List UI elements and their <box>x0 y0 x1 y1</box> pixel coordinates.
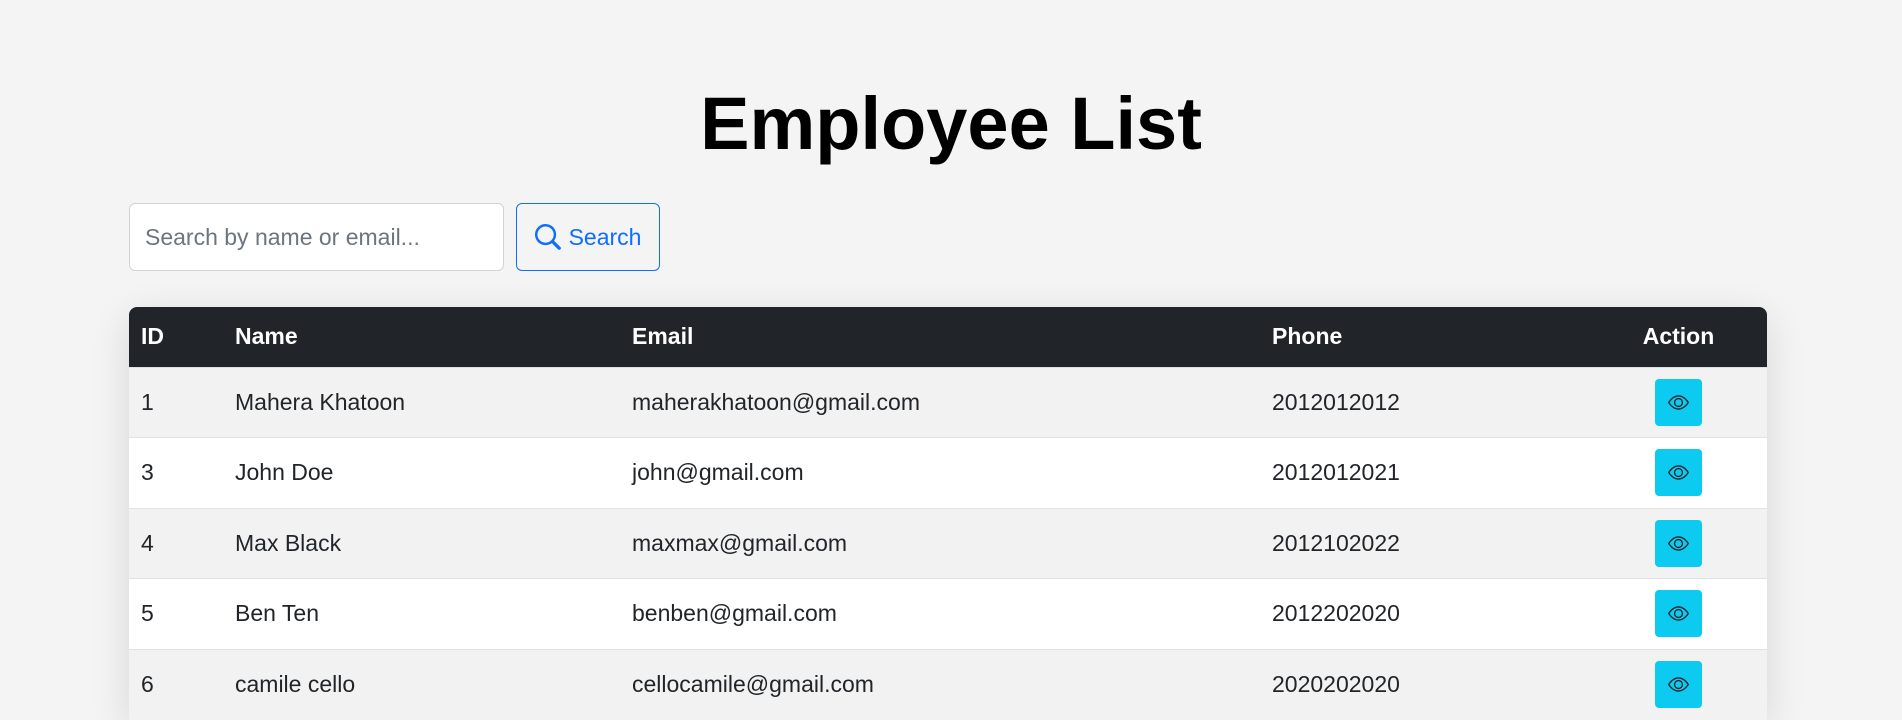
table-body: 1 Mahera Khatoon maherakhatoon@gmail.com… <box>129 367 1767 720</box>
page-title: Employee List <box>700 82 1202 165</box>
cell-action <box>1590 367 1767 438</box>
table-row: 6 camile cello cellocamile@gmail.com 202… <box>129 649 1767 720</box>
header-id: ID <box>141 323 164 350</box>
cell-email: maherakhatoon@gmail.com <box>632 388 920 415</box>
employee-table: ID Name Email Phone Action 1 Mahera Khat… <box>129 307 1767 720</box>
cell-name: Mahera Khatoon <box>235 388 406 415</box>
search-button[interactable]: Search <box>516 203 660 271</box>
view-button[interactable] <box>1655 661 1702 708</box>
table-header: ID Name Email Phone Action <box>129 307 1767 367</box>
search-bar: Search <box>129 203 660 271</box>
eye-icon <box>1668 533 1689 554</box>
cell-phone: 2020202020 <box>1272 671 1400 697</box>
cell-action <box>1590 508 1767 579</box>
header-phone: Phone <box>1272 323 1343 350</box>
cell-action <box>1590 649 1767 720</box>
cell-name: Max Black <box>235 529 342 556</box>
cell-name: Ben Ten <box>235 600 319 627</box>
view-button[interactable] <box>1655 449 1702 497</box>
table-row: 1 Mahera Khatoon maherakhatoon@gmail.com… <box>129 367 1767 438</box>
cell-id: 5 <box>141 600 154 627</box>
view-button[interactable] <box>1655 590 1702 638</box>
cell-name: camile cello <box>235 671 356 697</box>
header-name: Name <box>235 323 298 350</box>
search-input[interactable] <box>129 203 504 271</box>
cell-name: John Doe <box>235 459 334 486</box>
table-row: 3 John Doe john@gmail.com 2012012021 <box>129 437 1767 509</box>
cell-id: 3 <box>141 459 154 486</box>
eye-icon <box>1668 603 1689 624</box>
view-button[interactable] <box>1655 519 1702 567</box>
header-action: Action <box>1642 323 1715 350</box>
table-row: 5 Ben Ten benben@gmail.com 2012202020 <box>129 578 1767 650</box>
eye-icon <box>1668 392 1689 413</box>
cell-phone: 2012102022 <box>1272 529 1400 556</box>
cell-id: 6 <box>141 671 154 697</box>
cell-id: 4 <box>141 529 154 556</box>
search-icon <box>534 224 561 250</box>
cell-action <box>1590 438 1767 509</box>
cell-email: benben@gmail.com <box>632 600 837 627</box>
cell-phone: 2012012012 <box>1272 388 1400 415</box>
eye-icon <box>1668 674 1689 695</box>
table-header-row: ID Name Email Phone Action <box>129 307 1767 367</box>
cell-email: cellocamile@gmail.com <box>632 671 874 697</box>
employee-table-container: ID Name Email Phone Action 1 Mahera Khat… <box>129 307 1767 720</box>
view-button[interactable] <box>1655 378 1702 426</box>
cell-phone: 2012012021 <box>1272 459 1400 486</box>
cell-action <box>1590 579 1767 650</box>
employee-list-page: Employee List Search ID Name Email Phone… <box>0 0 1902 720</box>
eye-icon <box>1668 462 1689 483</box>
search-button-label: Search <box>568 223 642 250</box>
header-email: Email <box>632 323 694 350</box>
cell-email: john@gmail.com <box>632 459 804 486</box>
cell-email: maxmax@gmail.com <box>632 529 848 556</box>
cell-phone: 2012202020 <box>1272 600 1400 627</box>
cell-id: 1 <box>141 388 154 415</box>
table-row: 4 Max Black maxmax@gmail.com 2012102022 <box>129 508 1767 579</box>
